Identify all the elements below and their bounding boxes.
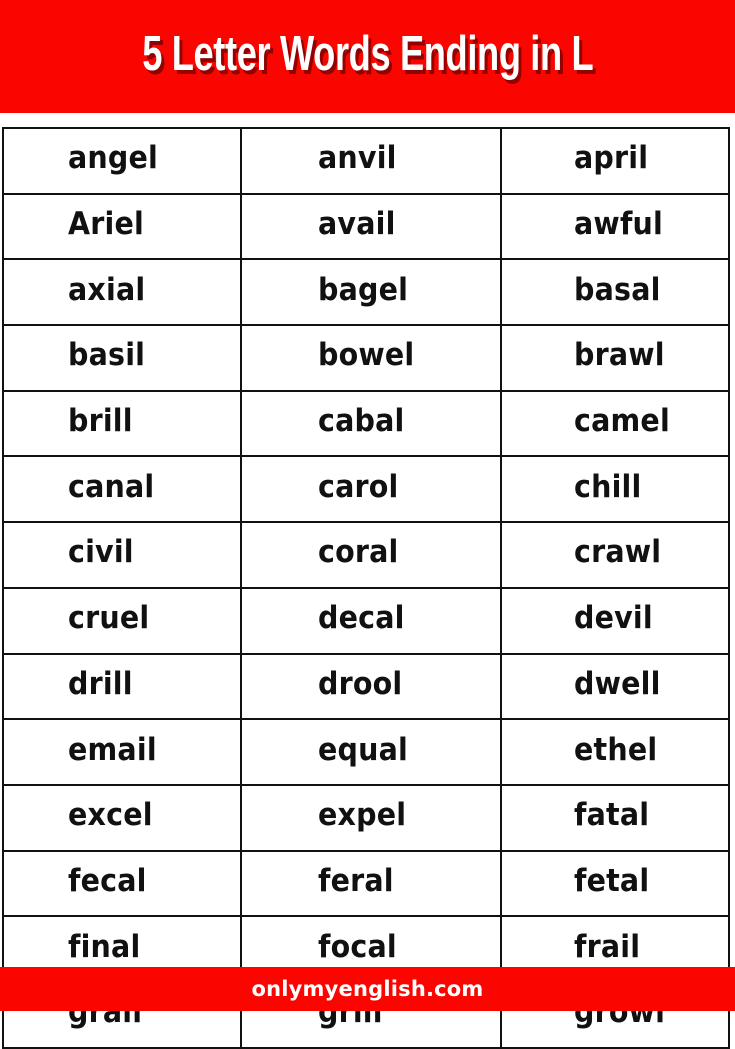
word-cell: brawl [500, 324, 730, 392]
word-text: ethel [574, 731, 658, 768]
word-cell: email [2, 718, 242, 786]
word-text: Ariel [68, 206, 144, 243]
word-cell: canal [2, 455, 242, 524]
word-cell: anvil [240, 127, 502, 195]
word-cell: cabal [240, 389, 502, 458]
word-text: bowel [318, 337, 415, 374]
word-cell: decal [240, 586, 502, 655]
word-cell: basil [2, 324, 242, 392]
word-cell: avail [240, 192, 502, 261]
table-row: canal carol chill [2, 455, 730, 524]
word-text: equal [318, 731, 409, 768]
word-text: avail [318, 206, 396, 243]
word-cell: bowel [240, 324, 502, 392]
word-text: chill [574, 468, 642, 505]
word-cell: carol [240, 455, 502, 524]
word-text: basal [574, 271, 661, 308]
table-row: Ariel avail awful [2, 192, 730, 261]
word-cell: chill [500, 455, 730, 524]
site-credit: onlymyenglish.com [251, 976, 484, 1001]
word-cell: axial [2, 258, 242, 327]
table-row: cruel decal devil [2, 586, 730, 655]
table-row: axial bagel basal [2, 258, 730, 327]
table-row: brill cabal camel [2, 389, 730, 458]
word-cell: fatal [500, 783, 730, 852]
word-table-body: angel anvil april Ariel avail awful axial bagel… [2, 127, 730, 1049]
word-cell: drill [2, 652, 242, 721]
word-text: email [68, 731, 157, 768]
table-row: basil bowel brawl [2, 324, 730, 392]
word-text: brawl [574, 337, 665, 374]
page-title: 5 Letter Words Ending in L [141, 27, 594, 81]
word-table: angel anvil april Ariel avail awful axial bagel… [2, 127, 730, 1049]
word-text: angel [68, 140, 159, 177]
word-text: awful [574, 206, 664, 243]
word-text: excel [68, 797, 153, 834]
table-row: email equal ethel [2, 718, 730, 786]
table-row: civil coral crawl [2, 521, 730, 589]
word-text: cruel [68, 600, 150, 637]
word-cell: feral [240, 849, 502, 918]
word-text: focal [318, 928, 397, 965]
word-text: dwell [574, 665, 661, 702]
header-banner: 5 Letter Words Ending in L [0, 0, 735, 113]
table-row: angel anvil april [2, 127, 730, 195]
word-cell: excel [2, 783, 242, 852]
word-cell: brill [2, 389, 242, 458]
word-text: fecal [68, 862, 147, 899]
word-cell: basal [500, 258, 730, 327]
word-text: final [68, 928, 141, 965]
word-cell: civil [2, 521, 242, 589]
word-cell: equal [240, 718, 502, 786]
word-text: april [574, 140, 649, 177]
word-text: drill [68, 665, 133, 702]
word-cell: Ariel [2, 192, 242, 261]
word-list-container: angel anvil april Ariel avail awful axial bagel… [2, 127, 730, 1049]
word-text: drool [318, 665, 403, 702]
word-text: brill [68, 403, 133, 440]
table-row: excel expel fatal [2, 783, 730, 852]
word-text: anvil [318, 140, 397, 177]
word-cell: fetal [500, 849, 730, 918]
word-text: frail [574, 928, 641, 965]
word-text: decal [318, 600, 405, 637]
word-cell: angel [2, 127, 242, 195]
word-text: civil [68, 534, 134, 571]
word-cell: ethel [500, 718, 730, 786]
word-cell: camel [500, 389, 730, 458]
word-text: devil [574, 600, 653, 637]
word-text: camel [574, 403, 670, 440]
word-text: expel [318, 797, 407, 834]
word-cell: awful [500, 192, 730, 261]
word-cell: crawl [500, 521, 730, 589]
word-cell: dwell [500, 652, 730, 721]
word-text: bagel [318, 271, 409, 308]
word-text: axial [68, 271, 146, 308]
word-text: coral [318, 534, 399, 571]
word-cell: expel [240, 783, 502, 852]
word-cell: fecal [2, 849, 242, 918]
word-cell: devil [500, 586, 730, 655]
footer-banner: onlymyenglish.com [0, 967, 735, 1011]
word-text: fetal [574, 862, 650, 899]
word-cell: cruel [2, 586, 242, 655]
word-text: fatal [574, 797, 650, 834]
word-text: crawl [574, 534, 662, 571]
table-row: drill drool dwell [2, 652, 730, 721]
word-cell: drool [240, 652, 502, 721]
word-text: carol [318, 468, 399, 505]
word-cell: coral [240, 521, 502, 589]
word-text: cabal [318, 403, 405, 440]
word-text: feral [318, 862, 394, 899]
word-cell: april [500, 127, 730, 195]
word-cell: bagel [240, 258, 502, 327]
table-row: fecal feral fetal [2, 849, 730, 918]
word-text: canal [68, 468, 155, 505]
word-text: basil [68, 337, 146, 374]
